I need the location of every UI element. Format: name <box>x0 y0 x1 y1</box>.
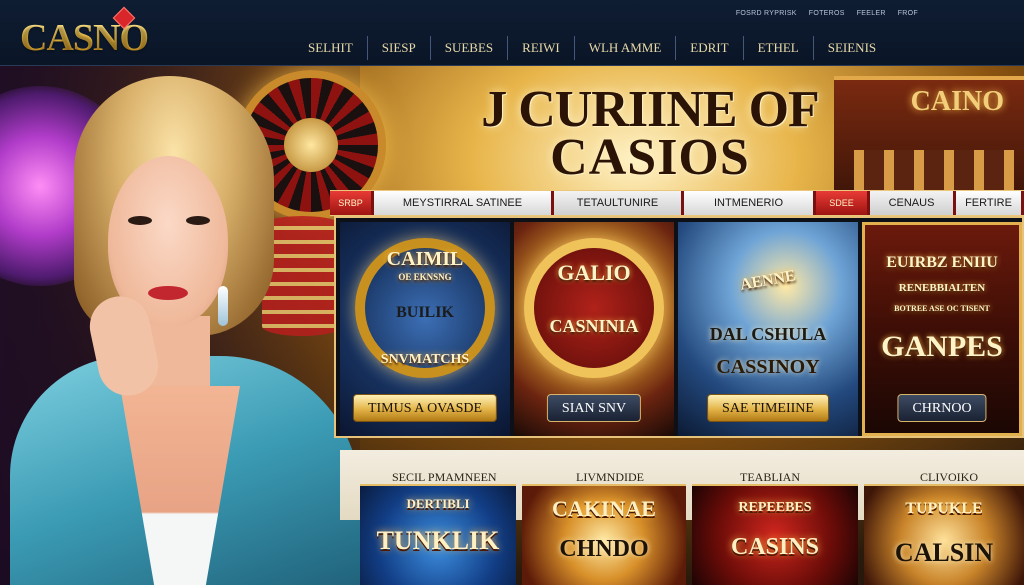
category-tab[interactable]: SDEE <box>816 191 870 215</box>
category-tab[interactable]: CENAUS <box>870 191 956 215</box>
game-card[interactable]: AENNE DAL CSHULA CASSINOY SAE TIMEIINE <box>678 222 858 436</box>
tile-title: CASINS <box>730 534 820 560</box>
card-mid: DAL CSHULA <box>709 324 827 344</box>
nav-item[interactable]: SIESP <box>366 36 430 60</box>
game-tile[interactable]: DERTIBLI TUNKLIK <box>360 484 516 585</box>
play-button[interactable]: CHRNOO <box>897 394 987 422</box>
card-bottom: GANPES <box>881 330 1003 363</box>
site-header: CASNO FOSRD RYPRISK FOTEROS FEELER FROF … <box>0 0 1024 66</box>
hero-banner: CAINO J CURIINE OF CASIOS SRBP MEYSTIRRA… <box>0 66 1024 585</box>
utility-link[interactable]: FROF <box>898 10 918 17</box>
nav-item[interactable]: ETHEL <box>742 36 813 60</box>
card-emblem <box>524 238 664 378</box>
card-mid: BOTREE ASE OC TISENT <box>894 304 990 313</box>
hero-title-line1: J CURIINE OF <box>481 81 820 138</box>
category-bar: SRBP MEYSTIRRAL SATINEE TETAULTUNIRE INT… <box>330 190 1024 216</box>
card-bottom: SNVMATCHS <box>380 352 470 367</box>
nav-item[interactable]: EDRIT <box>675 36 742 60</box>
main-nav: SELHIT SIESP SUEBES REIWI WLH AMME EDRIT… <box>294 36 890 60</box>
game-card[interactable]: EUIRBZ ENIIU RENEBBIALTEN BOTREE ASE OC … <box>862 222 1022 436</box>
section-label[interactable]: TEABLIAN <box>740 470 800 485</box>
nav-item[interactable]: SEIENIS <box>812 36 890 60</box>
card-bottom: CASSINOY <box>716 356 820 378</box>
category-tab[interactable]: MEYSTIRRAL SATINEE <box>374 191 554 215</box>
tile-top-label: TUPUKLE <box>905 500 983 517</box>
nav-item[interactable]: WLH AMME <box>573 36 676 60</box>
card-title: CAIMIL <box>386 248 464 270</box>
hero-title: J CURIINE OF CASIOS <box>460 81 840 186</box>
nav-item[interactable]: SUEBES <box>429 36 507 60</box>
section-label[interactable]: CLIVOIKO <box>920 470 978 485</box>
tile-top-label: DERTIBLI <box>406 496 470 511</box>
card-subtitle: OE EKNSNG <box>398 272 452 282</box>
tile-title: CHNDO <box>559 536 649 562</box>
earring <box>218 286 228 326</box>
utility-links: FOSRD RYPRISK FOTEROS FEELER FROF <box>736 10 918 17</box>
section-label[interactable]: SECIL PMAMNEEN <box>392 470 497 485</box>
eye <box>186 216 210 225</box>
site-logo[interactable]: CASNO <box>20 6 150 60</box>
tile-title: CALSIN <box>894 538 994 567</box>
section-label[interactable]: LIVMNDIDE <box>576 470 644 485</box>
tile-title: TUNKLIK <box>376 526 500 555</box>
category-tab[interactable]: INTMENERIO <box>684 191 816 215</box>
game-card[interactable]: CAIMIL OE EKNSNG BUILIK SNVMATCHS TIMUS … <box>340 222 510 436</box>
card-mid: CASNINIA <box>549 316 639 336</box>
play-button[interactable]: SAE TIMEIINE <box>707 394 829 422</box>
category-tab[interactable]: FERTIRE <box>956 191 1024 215</box>
utility-link[interactable]: FOSRD RYPRISK <box>736 10 797 17</box>
game-tile[interactable]: TUPUKLE CALSIN <box>864 484 1024 585</box>
hostess-image <box>0 66 360 585</box>
nav-item[interactable]: SELHIT <box>294 36 367 60</box>
nav-item[interactable]: REIWI <box>507 36 574 60</box>
featured-games-panel: CAIMIL OE EKNSNG BUILIK SNVMATCHS TIMUS … <box>334 216 1024 438</box>
category-tab[interactable]: TETAULTUNIRE <box>554 191 684 215</box>
utility-link[interactable]: FOTEROS <box>809 10 845 17</box>
card-subtitle: RENEBBIALTEN <box>898 282 986 294</box>
play-button[interactable]: SIAN SNV <box>546 394 642 422</box>
tile-top-label: CAKINAE <box>552 496 656 521</box>
hero-title-line2: CASIOS <box>550 129 750 186</box>
eye <box>128 216 152 225</box>
play-button[interactable]: TIMUS A OVASDE <box>352 394 498 422</box>
card-title: EUIRBZ ENIIU <box>886 254 998 271</box>
lips <box>148 286 188 300</box>
card-title: GALIO <box>557 260 631 285</box>
game-card[interactable]: GALIO CASNINIA SIAN SNV <box>514 222 674 436</box>
building-sign: CAINO <box>910 86 1004 117</box>
tile-top-label: REPEEBES <box>738 500 812 515</box>
game-tile[interactable]: CAKINAE CHNDO <box>522 484 686 585</box>
category-tab[interactable]: SRBP <box>330 191 374 215</box>
card-mid: BUILIK <box>396 304 454 321</box>
game-tile[interactable]: REPEEBES CASINS <box>692 484 858 585</box>
utility-link[interactable]: FEELER <box>857 10 886 17</box>
